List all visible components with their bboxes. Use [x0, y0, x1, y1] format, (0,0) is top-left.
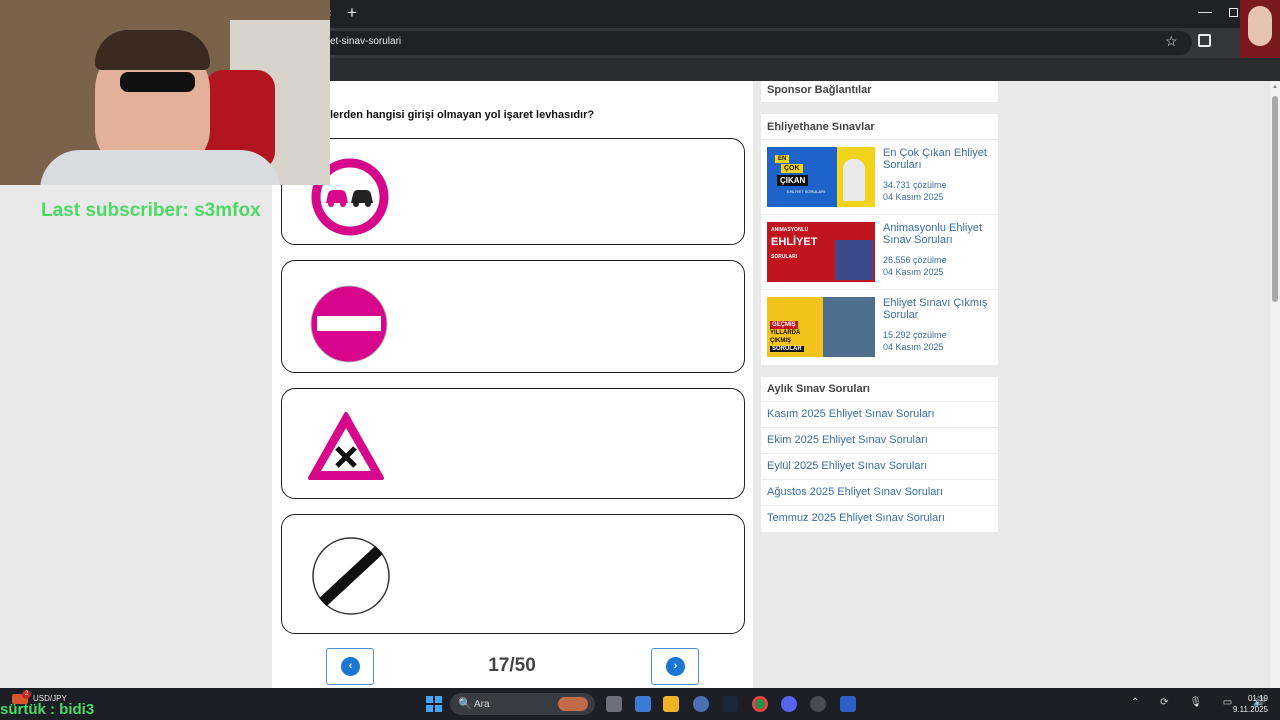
divider — [761, 214, 998, 215]
monthly-link[interactable]: Temmuz 2025 Ehliyet Sınav Soruları — [767, 512, 945, 524]
address-bar[interactable] — [318, 31, 1192, 55]
divider — [761, 453, 998, 454]
url-text[interactable]: et-sinav-sorulari — [330, 36, 401, 47]
discord-icon[interactable] — [781, 696, 797, 712]
exams-card: Ehliyethane Sınavlar EN ÇOK ÇIKAN EHLİYE… — [761, 114, 998, 365]
divider — [761, 427, 998, 428]
intersection-warning-sign-icon — [308, 412, 384, 480]
monthly-card: Aylık Sınav Soruları Kasım 2025 Ehliyet … — [761, 377, 998, 532]
divider — [761, 139, 998, 140]
end-of-restrictions-sign-icon — [312, 537, 390, 615]
scrollbar-thumb[interactable] — [1272, 96, 1278, 302]
secondary-camera-overlay — [1240, 0, 1280, 58]
bookmark-star-icon[interactable]: ☆ — [1165, 33, 1178, 50]
steam-icon[interactable] — [722, 696, 738, 712]
exam-solves: 34.731 çözülme — [883, 180, 947, 190]
monthly-link[interactable]: Ekim 2025 Ehliyet Sınav Soruları — [767, 434, 928, 446]
divider — [761, 289, 998, 290]
exams-title: Ehliyethane Sınavlar — [767, 121, 875, 133]
exam-thumbnail: EN ÇOK ÇIKAN EHLİYET SORULARI — [767, 147, 875, 207]
exam-item[interactable]: EN ÇOK ÇIKAN EHLİYET SORULARI En Çok Çık… — [767, 147, 992, 209]
no-entry-sign-icon — [310, 285, 388, 363]
notification-badge: 2 — [22, 690, 31, 699]
exam-date: 04 Kasım 2025 — [883, 342, 944, 352]
previous-question-button[interactable]: ‹ — [326, 648, 374, 685]
clock-date: 9.11.2025 — [1233, 705, 1268, 714]
file-explorer-icon[interactable] — [663, 696, 679, 712]
exam-item[interactable]: ANIMASYONLU EHLİYET SORULARI Animasyonlu… — [767, 222, 992, 284]
scroll-up-icon[interactable]: ▲ — [1272, 84, 1278, 90]
answer-option-3[interactable] — [281, 388, 745, 499]
windows-start-icon[interactable] — [426, 696, 442, 712]
answer-option-1[interactable] — [281, 138, 745, 245]
exam-solves: 26.556 çözülme — [883, 255, 947, 265]
monthly-link[interactable]: Ağustos 2025 Ehliyet Sınav Soruları — [767, 486, 943, 498]
sponsor-card: Sponsor Bağlantılar — [761, 81, 998, 102]
chevron-right-icon: › — [666, 657, 685, 676]
restore-icon[interactable] — [1229, 8, 1238, 17]
last-subscriber-overlay: Last subscriber: s3mfox — [41, 200, 261, 221]
exam-solves: 15.292 çözülme — [883, 330, 947, 340]
chevron-left-icon: ‹ — [341, 657, 360, 676]
exam-date: 04 Kasım 2025 — [883, 267, 944, 277]
divider — [761, 401, 998, 402]
monthly-link[interactable]: Eylül 2025 Ehliyet Sınav Soruları — [767, 460, 927, 472]
exam-thumbnail: GEÇMİŞ YILLARDA ÇIKMIŞ SORULAR — [767, 297, 875, 357]
chrome-icon[interactable] — [752, 696, 768, 712]
exam-title-link[interactable]: En Çok Çıkan Ehliyet Soruları — [883, 147, 993, 171]
divider — [761, 505, 998, 506]
answer-option-2[interactable] — [281, 260, 745, 373]
clock-time: 01:19 — [1247, 694, 1268, 703]
exam-title-link[interactable]: Animasyonlu Ehliyet Sınav Soruları — [883, 222, 993, 246]
exam-date: 04 Kasım 2025 — [883, 192, 944, 202]
minimize-icon[interactable]: — — [1198, 3, 1212, 19]
extensions-icon[interactable] — [1198, 34, 1211, 47]
new-tab-button[interactable]: + — [347, 3, 357, 23]
divider — [761, 479, 998, 480]
monthly-link[interactable]: Kasım 2025 Ehliyet Sınav Soruları — [767, 408, 935, 420]
alert-overlay-text: sürtük : bidi3 — [0, 701, 95, 718]
exam-item[interactable]: GEÇMİŞ YILLARDA ÇIKMIŞ SORULAR Ehliyet S… — [767, 297, 992, 359]
next-question-button[interactable]: › — [651, 648, 699, 685]
task-view-icon[interactable] — [606, 696, 622, 712]
webcam-overlay — [0, 0, 330, 185]
answer-option-4[interactable] — [281, 514, 745, 634]
app-icon[interactable] — [693, 696, 709, 712]
sponsor-title: Sponsor Bağlantılar — [767, 84, 872, 96]
search-label: Ara — [474, 699, 490, 710]
question-counter: 17/50 — [488, 655, 536, 676]
clock[interactable]: 01:19 9.11.2025 — [1232, 693, 1268, 715]
app-icon[interactable] — [840, 696, 856, 712]
app-icon[interactable] — [810, 696, 826, 712]
monthly-title: Aylık Sınav Soruları — [767, 383, 870, 395]
search-icon: 🔍 — [458, 698, 472, 710]
exam-title-link[interactable]: Ehliyet Sınavı Çıkmış Sorular — [883, 297, 993, 321]
question-text: lerden hangisi girişi olmayan yol işaret… — [330, 109, 595, 121]
exam-thumbnail: ANIMASYONLU EHLİYET SORULARI — [767, 222, 875, 282]
calculator-icon[interactable] — [635, 696, 651, 712]
